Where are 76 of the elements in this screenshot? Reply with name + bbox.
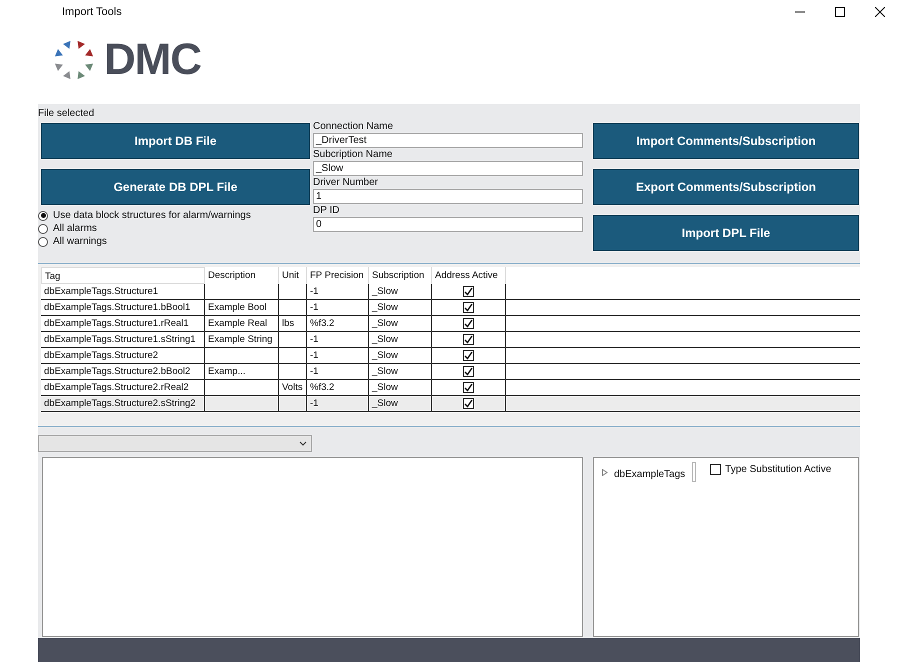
table-cell: Volts	[282, 382, 303, 393]
logo-icon	[52, 38, 96, 82]
checkbox[interactable]	[463, 366, 474, 377]
action-button[interactable]: Generate DB DPL File	[41, 169, 310, 205]
table-cell: _Slow	[372, 302, 398, 313]
table-row[interactable]: dbExampleTags.Structure1.bBool1 Example Bool -1 _Slow	[41, 300, 860, 316]
table-cell: _Slow	[372, 398, 398, 409]
tree-item[interactable]: dbExampleTags	[614, 466, 686, 482]
table-cell: -1	[310, 350, 318, 361]
text-field[interactable]: 0	[313, 217, 583, 232]
checkbox[interactable]	[463, 318, 474, 329]
window-title: Import Tools	[62, 4, 122, 20]
radio-option[interactable]: All alarms	[38, 222, 310, 235]
field-label: DP ID	[313, 204, 340, 217]
radio-icon[interactable]	[38, 210, 48, 220]
table-cell: -1	[310, 334, 318, 345]
radio-option[interactable]: All warnings	[38, 235, 310, 248]
table-cell: dbExampleTags.Structure1.sString1	[44, 334, 196, 345]
table-cell: _Slow	[372, 382, 398, 393]
table-row[interactable]: dbExampleTags.Structure2.sString2 -1 _Slow	[41, 396, 860, 412]
table-cell: dbExampleTags.Structure2.bBool2	[44, 366, 190, 377]
radio-option[interactable]: Use data block structures for alarm/warnings	[38, 209, 310, 222]
table-cell: _Slow	[372, 350, 398, 361]
table-cell: _Slow	[372, 366, 398, 377]
field-label: Connection Name	[313, 120, 394, 133]
table-row[interactable]: dbExampleTags.Structure1.sString1 Example String -1 _Slow	[41, 332, 860, 348]
checkbox[interactable]	[463, 334, 474, 345]
action-button[interactable]: Import Comments/Subscription	[593, 123, 859, 159]
action-button[interactable]: Import DB File	[41, 123, 310, 159]
table-row[interactable]: dbExampleTags.Structure1 -1 _Slow	[41, 284, 860, 300]
text-field[interactable]: 1	[313, 189, 583, 204]
table-cell: -1	[310, 366, 318, 377]
radio-icon[interactable]	[38, 224, 48, 234]
table-cell: -1	[310, 398, 318, 409]
checkbox[interactable]	[463, 382, 474, 393]
table-cell: _Slow	[372, 318, 398, 329]
checkbox[interactable]	[463, 286, 474, 297]
table-cell: -1	[310, 286, 318, 297]
table-cell: -1	[310, 302, 318, 313]
table-cell: Example Real	[208, 318, 268, 329]
field-label: Subcription Name	[313, 148, 394, 161]
chevron-down-icon[interactable]	[299, 441, 307, 446]
text-field[interactable]: _DriverTest	[313, 133, 583, 148]
expand-icon[interactable]	[602, 468, 608, 476]
table-cell: %f3.2	[310, 382, 334, 393]
table-cell: dbExampleTags.Structure1	[44, 286, 158, 297]
checkbox[interactable]	[463, 398, 474, 409]
text-field[interactable]: _Slow	[313, 161, 583, 176]
type-substitution-checkbox[interactable]: Type Substitution Active	[710, 462, 832, 477]
table-cell: lbs	[282, 318, 294, 329]
table-cell: dbExampleTags.Structure2	[44, 350, 158, 361]
table-cell: Example Bool	[208, 302, 267, 313]
table-row[interactable]: dbExampleTags.Structure2 -1 _Slow	[41, 348, 860, 364]
table-cell: dbExampleTags.Structure2.sString2	[44, 398, 196, 409]
table-cell: _Slow	[372, 334, 398, 345]
field-label: Driver Number	[313, 176, 380, 189]
table-row[interactable]: dbExampleTags.Structure1.rReal1 Example Real lbs %f3.2 _Slow	[41, 316, 860, 332]
action-button[interactable]: Import DPL File	[593, 215, 859, 251]
table-row[interactable]: dbExampleTags.Structure2.rReal2 Volts %f3.2 _Slow	[41, 380, 860, 396]
table-row[interactable]: dbExampleTags.Structure2.bBool2 Examp... -1 _Slow	[41, 364, 860, 380]
table-cell: Examp...	[208, 366, 246, 377]
logo-text: DMC	[104, 38, 201, 82]
table-cell: dbExampleTags.Structure1.bBool1	[44, 302, 190, 313]
checkbox[interactable]	[710, 464, 722, 475]
status-text: File selected	[38, 107, 96, 120]
table-cell: %f3.2	[310, 318, 334, 329]
table-cell: Example String	[208, 334, 272, 345]
table-cell: _Slow	[372, 286, 398, 297]
radio-icon[interactable]	[38, 236, 48, 246]
checkbox[interactable]	[463, 302, 474, 313]
column-header[interactable]: Tag	[41, 267, 205, 284]
table-cell: dbExampleTags.Structure2.rReal2	[44, 382, 189, 393]
splitter-handle[interactable]	[692, 462, 696, 482]
checkbox[interactable]	[463, 350, 474, 361]
action-button[interactable]: Export Comments/Subscription	[593, 169, 859, 205]
table-cell: dbExampleTags.Structure1.rReal1	[44, 318, 189, 329]
